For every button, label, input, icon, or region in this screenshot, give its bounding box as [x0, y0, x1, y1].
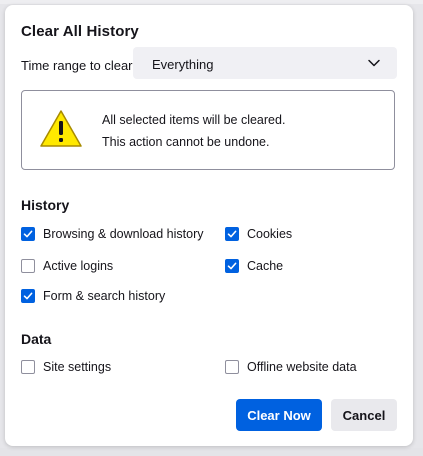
clear-history-dialog: Clear All History Time range to clear: E… — [5, 5, 413, 446]
checkbox-box[interactable] — [225, 259, 239, 273]
checkbox-active-logins[interactable]: Active logins — [21, 257, 113, 275]
dialog-title: Clear All History — [21, 23, 139, 40]
checkbox-cache[interactable]: Cache — [225, 257, 283, 275]
clear-now-button[interactable]: Clear Now — [236, 399, 322, 431]
checkbox-browsing-download-history[interactable]: Browsing & download history — [21, 225, 204, 243]
checkbox-label: Cookies — [247, 227, 293, 241]
warning-text-2: This action cannot be undone. — [102, 135, 270, 149]
data-heading: Data — [21, 331, 52, 347]
checkbox-box[interactable] — [225, 227, 239, 241]
checkbox-cookies[interactable]: Cookies — [225, 225, 292, 243]
warning-text-1: All selected items will be cleared. — [102, 113, 286, 127]
chevron-down-icon — [368, 59, 380, 67]
checkbox-box[interactable] — [21, 289, 35, 303]
checkbox-label: Cache — [247, 259, 284, 273]
checkmark-icon — [23, 292, 33, 300]
cancel-button[interactable]: Cancel — [331, 399, 397, 431]
checkbox-label: Offline website data — [247, 360, 357, 374]
checkmark-icon — [227, 262, 237, 270]
time-range-value: Everything — [152, 57, 214, 72]
backdrop-strip-top — [0, 0, 423, 4]
checkmark-icon — [227, 230, 237, 238]
checkbox-box[interactable] — [225, 360, 239, 374]
checkbox-box[interactable] — [21, 259, 35, 273]
checkbox-label: Active logins — [43, 259, 114, 273]
checkbox-label: Site settings — [43, 360, 112, 374]
warning-triangle-icon — [40, 110, 82, 147]
checkbox-offline-website-data[interactable]: Offline website data — [225, 358, 357, 376]
warning-box: All selected items will be cleared. This… — [21, 90, 395, 170]
checkbox-form-search-history[interactable]: Form & search history — [21, 287, 165, 305]
checkbox-box[interactable] — [21, 227, 35, 241]
time-range-select[interactable]: Everything — [133, 47, 397, 79]
checkbox-site-settings[interactable]: Site settings — [21, 358, 111, 376]
time-range-label-text: Time range to clear: — [21, 58, 137, 73]
checkbox-box[interactable] — [21, 360, 35, 374]
checkbox-label: Browsing & download history — [43, 227, 204, 241]
checkbox-label: Form & search history — [43, 289, 166, 303]
checkmark-icon — [23, 230, 33, 238]
backdrop-strip-bottom — [0, 448, 423, 456]
history-heading: History — [21, 197, 70, 213]
time-range-label: Time range to clear: — [21, 58, 136, 73]
